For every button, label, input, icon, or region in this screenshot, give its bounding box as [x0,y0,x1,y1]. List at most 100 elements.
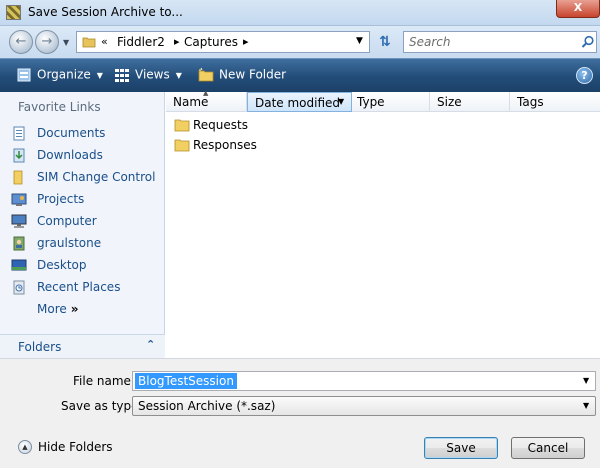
sidebar-item-label: SIM Change Control [37,170,156,184]
documents-icon [13,126,25,141]
search-icon[interactable] [581,35,595,49]
organize-menu[interactable]: Organize ▼ [16,67,103,83]
filename-field[interactable]: BlogTestSession ▼ [132,371,596,391]
column-header-tags[interactable]: Tags [510,92,600,112]
desktop-icon [11,259,27,271]
save-as-type-select[interactable]: Session Archive (*.saz) ▼ [132,396,596,416]
filename-label: File name: [73,374,135,388]
column-header-row: Name ▲ Date modified ▼ Type Size Tags [166,89,600,112]
projects-icon [11,193,27,206]
save-as-type-value: Session Archive (*.saz) [138,399,276,413]
chevron-down-icon[interactable]: ▼ [583,376,589,385]
sidebar-item-label: Projects [37,192,85,206]
sidebar-item-downloads[interactable]: Downloads [11,145,161,165]
new-folder-label: New Folder [219,67,287,82]
column-label: Size [437,95,462,109]
breadcrumb-separator-icon[interactable]: ▸ [243,35,249,48]
sidebar-item-sim-change-control[interactable]: SIM Change Control [11,167,161,187]
sidebar-item-label: Downloads [37,148,103,162]
sidebar-item-documents[interactable]: Documents [11,123,161,143]
double-chevron-right-icon: » [70,302,79,316]
sidebar-item-label: Recent Places [37,280,121,294]
column-label: Date modified [255,96,341,110]
list-item[interactable]: Responses [174,135,374,155]
more-text: More [37,302,67,316]
downloads-icon [13,148,25,163]
back-button[interactable]: ← [9,30,33,54]
breadcrumb-separator-icon[interactable]: ▸ [174,35,180,48]
computer-icon [11,214,27,228]
save-as-type-label: Save as type: [61,399,143,413]
breadcrumb-captures[interactable]: Captures [184,35,238,49]
navigation-pane: Favorite Links Documents Downloads SIM C… [0,92,165,358]
chevron-down-icon[interactable]: ▼ [356,36,363,46]
folder-icon [13,170,23,185]
fiddler-app-icon [6,5,21,20]
column-header-type[interactable]: Type [350,92,430,112]
sidebar-item-graulstone[interactable]: graulstone [11,233,161,253]
address-row: ← → ▼ « Fiddler2 ▸ Captures ▸ ▼ ⇅ [0,26,600,58]
hide-folders-label: Hide Folders [38,440,113,454]
file-list[interactable]: Name ▲ Date modified ▼ Type Size Tags Re… [166,89,600,358]
arrow-right-icon: → [41,34,53,49]
sidebar-item-projects[interactable]: Projects [11,189,161,209]
address-bar[interactable]: « Fiddler2 ▸ Captures ▸ ▼ [76,31,370,53]
views-icon [115,69,129,82]
folder-icon [82,37,96,48]
file-name: Requests [193,118,248,132]
save-form: File name: BlogTestSession ▼ Save as typ… [0,358,600,468]
column-label: Type [357,95,385,109]
list-item[interactable]: Requests [174,115,374,135]
recent-places-icon [13,280,25,295]
column-header-size[interactable]: Size [430,92,510,112]
column-header-name[interactable]: Name ▲ [166,89,247,112]
cancel-button[interactable]: Cancel [511,437,585,459]
breadcrumb-fiddler2[interactable]: Fiddler2 [117,35,165,49]
chevron-down-icon: ▼ [175,70,182,80]
organize-label: Organize [37,67,91,82]
organize-icon [17,68,31,82]
more-links-button[interactable]: More» [11,299,161,319]
breadcrumb-overflow[interactable]: « [101,35,108,48]
help-icon[interactable]: ? [576,67,593,84]
recent-pages-dropdown[interactable]: ▼ [63,38,69,47]
command-toolbar: Organize ▼ Views ▼ New Folder ? [0,58,600,92]
save-button[interactable]: Save [424,437,498,459]
chevron-down-icon: ▼ [96,70,103,80]
refresh-button[interactable]: ⇅ [374,32,396,52]
chevron-down-icon[interactable]: ▼ [338,97,344,106]
user-folder-icon [13,236,25,251]
favorite-links-header: Favorite Links [18,100,101,114]
sidebar-item-label: graulstone [37,236,102,250]
filename-value[interactable]: BlogTestSession [135,373,237,389]
folders-toggle[interactable]: Folders ⌃ [0,334,165,358]
window-title: Save Session Archive to... [28,5,183,19]
new-folder-icon [198,67,214,82]
title-bar: Save Session Archive to... X [0,0,600,26]
chevron-down-icon[interactable]: ▼ [583,401,589,410]
sidebar-item-computer[interactable]: Computer [11,211,161,231]
search-box[interactable] [403,31,597,53]
refresh-icon: ⇅ [379,34,391,50]
sidebar-item-label: Computer [37,214,97,228]
column-header-date-modified[interactable]: Date modified ▼ [247,92,352,112]
forward-button[interactable]: → [35,30,59,54]
folder-icon [174,119,190,132]
sort-ascending-icon: ▲ [203,89,209,97]
sidebar-item-label: Desktop [37,258,87,272]
sidebar-item-recent-places[interactable]: Recent Places [11,277,161,297]
views-menu[interactable]: Views ▼ [114,67,182,83]
folders-label: Folders [18,340,62,354]
arrow-left-icon: ← [15,34,27,49]
folder-icon [174,139,190,152]
views-label: Views [135,67,170,82]
chevron-up-icon: ⌃ [146,338,156,351]
new-folder-button[interactable]: New Folder [198,67,286,83]
close-button[interactable]: X [556,0,600,18]
file-name: Responses [193,138,257,152]
sidebar-item-label: Documents [37,126,106,140]
search-input[interactable] [404,32,574,52]
more-label: More» [37,302,79,316]
sidebar-item-desktop[interactable]: Desktop [11,255,161,275]
column-label: Tags [517,95,544,109]
